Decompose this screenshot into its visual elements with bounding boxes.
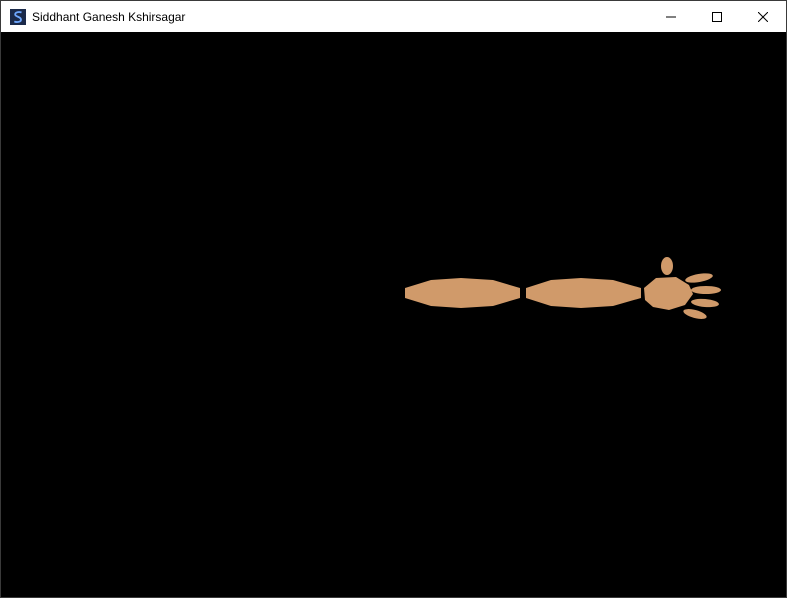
maximize-button[interactable]	[694, 1, 740, 32]
app-window: Siddhant Ganesh Kshirsagar	[0, 0, 787, 598]
minimize-button[interactable]	[648, 1, 694, 32]
title-bar[interactable]: Siddhant Ganesh Kshirsagar	[1, 1, 786, 32]
upper-arm	[405, 278, 520, 308]
maximize-icon	[712, 11, 722, 22]
finger-4	[683, 309, 707, 319]
opengl-app-icon	[10, 8, 26, 25]
finger-1	[685, 273, 713, 283]
window-controls	[648, 1, 786, 32]
finger-3	[691, 298, 719, 308]
forearm	[526, 278, 641, 308]
close-button[interactable]	[740, 1, 786, 32]
finger-2	[691, 286, 721, 294]
arm-scene	[405, 257, 721, 319]
minimize-icon	[666, 16, 676, 17]
render-canvas[interactable]	[1, 32, 786, 597]
close-icon	[758, 11, 768, 22]
window-title: Siddhant Ganesh Kshirsagar	[32, 9, 186, 24]
robot-arm	[405, 257, 721, 319]
thumb	[661, 257, 673, 275]
palm	[644, 277, 693, 310]
